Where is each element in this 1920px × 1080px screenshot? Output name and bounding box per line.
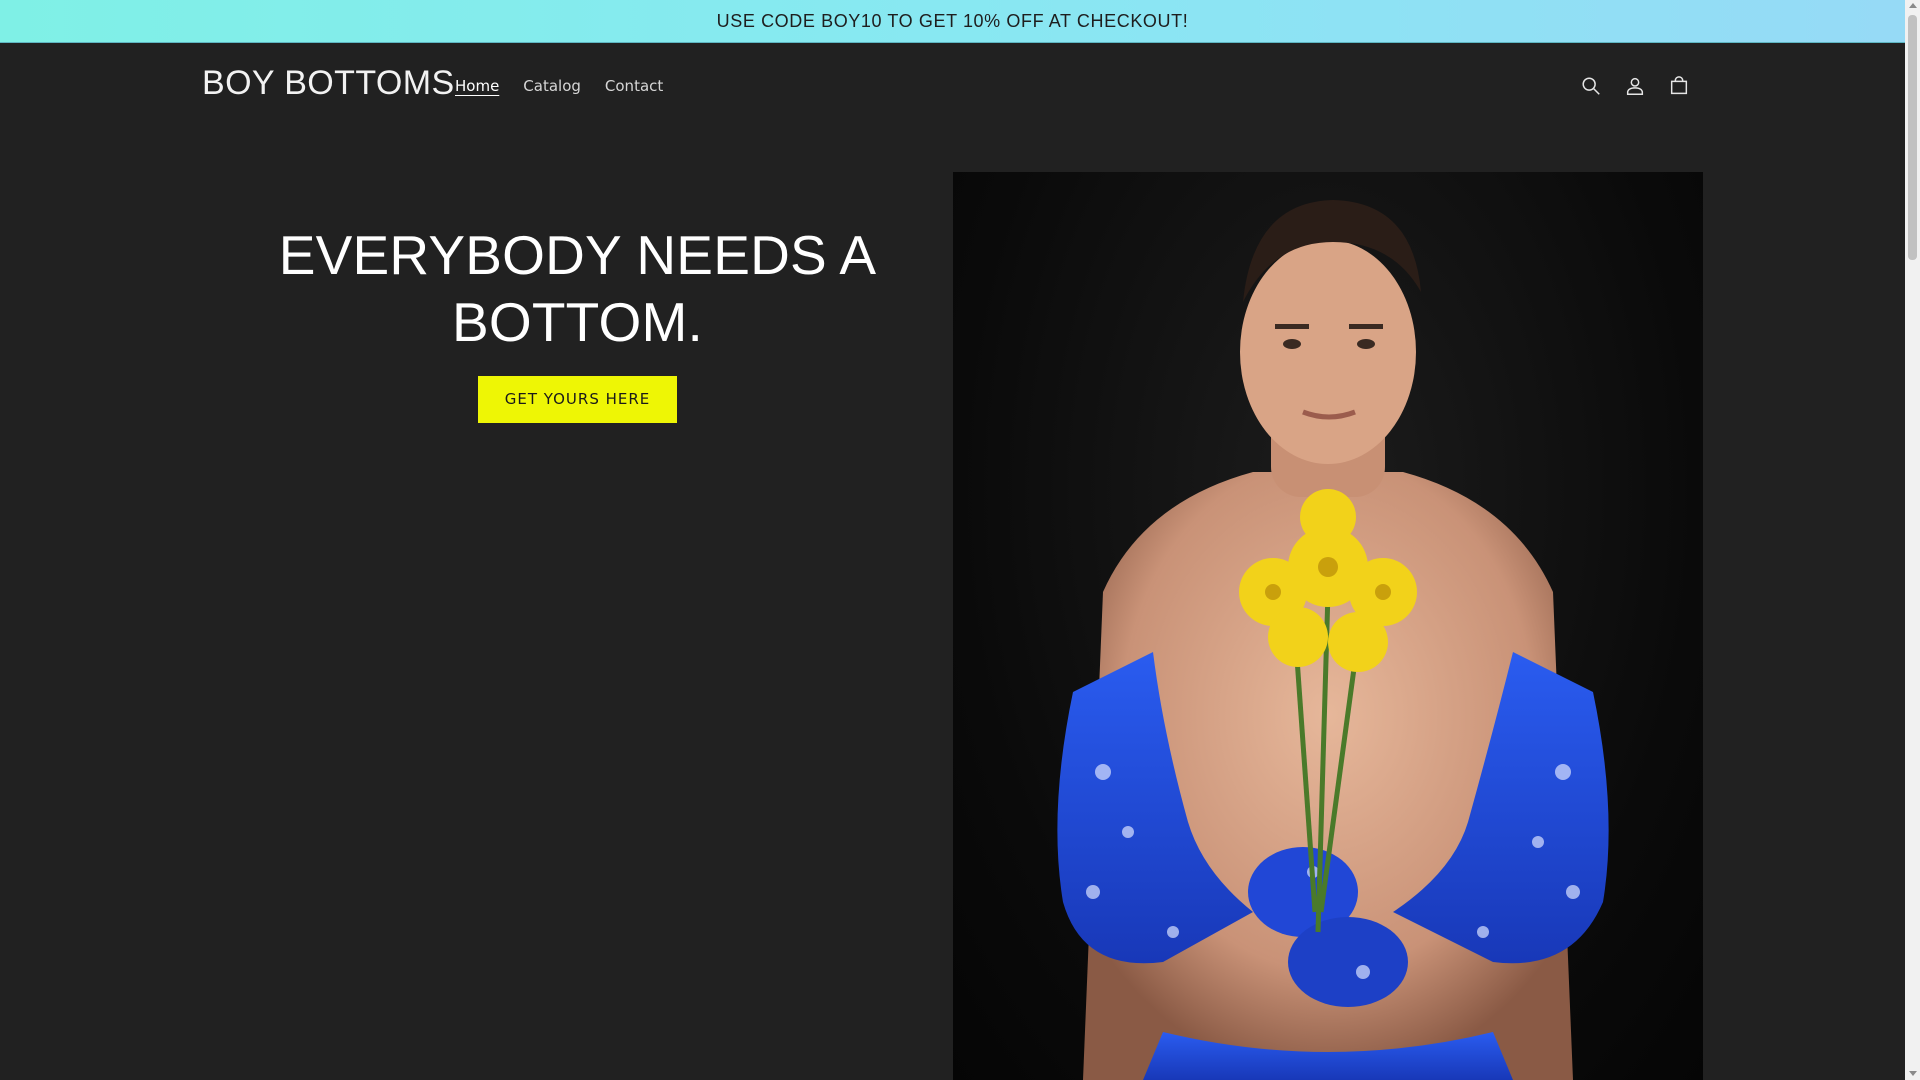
account-icon <box>1626 77 1644 95</box>
hero-content: EVERYBODY NEEDS A BOTTOM. GET YOURS HERE <box>200 222 955 423</box>
scroll-down-arrow-icon[interactable] <box>1909 1071 1917 1076</box>
header-actions <box>1576 69 1694 103</box>
search-icon <box>1582 77 1600 95</box>
hero-image <box>953 172 1703 1080</box>
nav-contact[interactable]: Contact <box>593 73 675 99</box>
main-nav: Home Catalog Contact <box>443 73 675 99</box>
scrollbar-thumb[interactable] <box>1908 15 1917 260</box>
cart-button[interactable] <box>1664 69 1694 103</box>
hero-heading: EVERYBODY NEEDS A BOTTOM. <box>200 222 955 356</box>
scroll-up-arrow-icon[interactable] <box>1909 3 1917 8</box>
announcement-text: USE CODE BOY10 TO GET 10% OFF AT CHECKOU… <box>716 10 1189 31</box>
hero-heading-line1: EVERYBODY NEEDS A <box>278 224 877 286</box>
page-scrollbar[interactable] <box>1905 0 1920 1080</box>
site-logo[interactable]: BOY BOTTOMS <box>202 64 455 103</box>
search-button[interactable] <box>1576 69 1606 103</box>
nav-catalog[interactable]: Catalog <box>511 73 593 99</box>
nav-home[interactable]: Home <box>443 73 511 99</box>
hero-heading-line2: BOTTOM. <box>452 291 703 353</box>
announcement-bar: USE CODE BOY10 TO GET 10% OFF AT CHECKOU… <box>0 0 1905 43</box>
account-button[interactable] <box>1620 69 1650 103</box>
model-photo <box>1057 200 1609 1080</box>
site-header: BOY BOTTOMS Home Catalog Contact <box>0 43 1905 129</box>
cart-icon <box>1670 76 1688 95</box>
get-yours-button[interactable]: GET YOURS HERE <box>478 376 677 423</box>
page: USE CODE BOY10 TO GET 10% OFF AT CHECKOU… <box>0 0 1905 1080</box>
